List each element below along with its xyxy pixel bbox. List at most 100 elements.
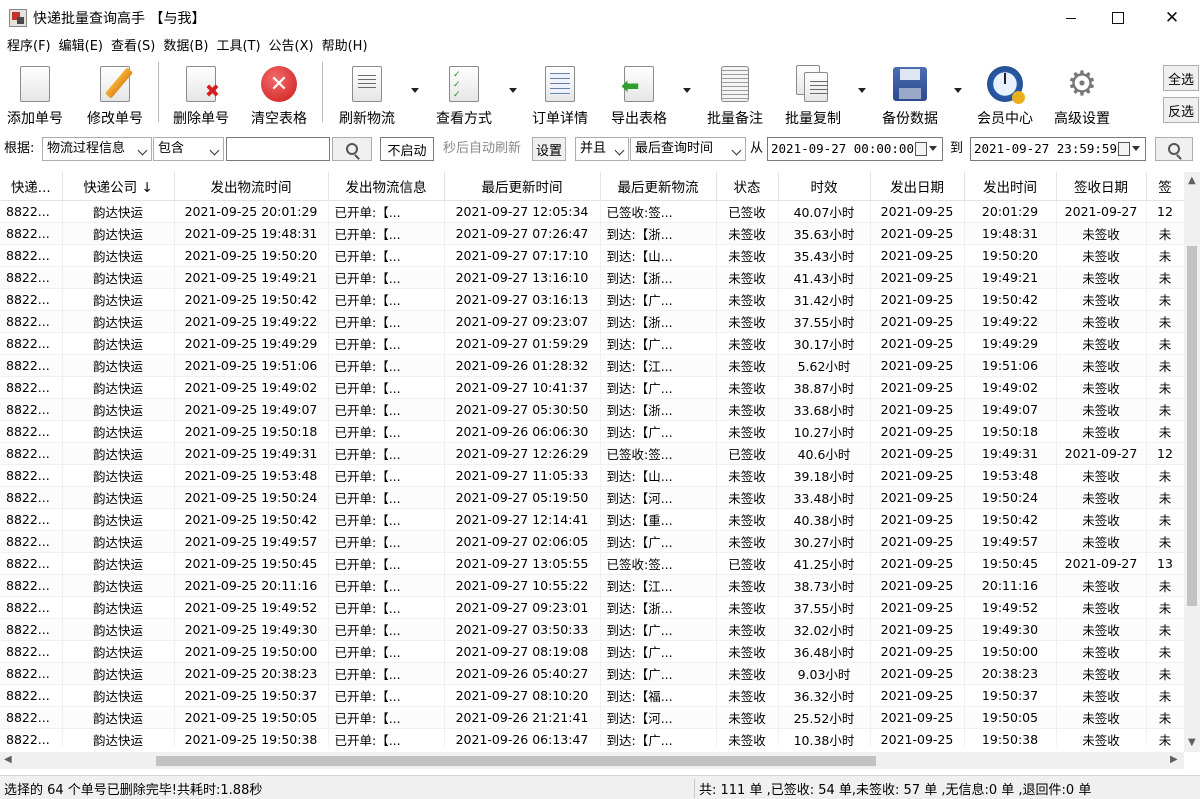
copy-dropdown-arrow[interactable]: [858, 88, 866, 93]
table-row[interactable]: 8822... 韵达快运 2021-09-25 19:49:52 已开单:【... 20…: [0, 596, 1184, 619]
table-row[interactable]: 8822... 韵达快运 2021-09-25 19:50:00 已开单:【... 20…: [0, 640, 1184, 663]
cell-update-info: 到达:【浙...: [600, 222, 717, 245]
scroll-right-icon[interactable]: ▶: [1170, 754, 1178, 765]
menu-data[interactable]: 数据(B): [159, 36, 212, 58]
view-mode-dropdown-arrow[interactable]: [509, 88, 517, 93]
table-row[interactable]: 8822... 韵达快运 2021-09-25 19:50:18 已开单:【... 20…: [0, 420, 1184, 443]
column-header-ship-clock[interactable]: 发出时间: [964, 172, 1057, 201]
backup-dropdown-arrow[interactable]: [954, 88, 962, 93]
column-header-sign-date[interactable]: 签收日期: [1056, 172, 1147, 201]
table-row[interactable]: 8822... 韵达快运 2021-09-25 19:49:21 已开单:【... 20…: [0, 266, 1184, 289]
column-header-ship-date[interactable]: 发出日期: [870, 172, 965, 201]
table-row[interactable]: 8822... 韵达快运 2021-09-25 19:49:30 已开单:【... 20…: [0, 618, 1184, 641]
batch-copy-button[interactable]: 批量复制: [782, 58, 844, 128]
cell-duration: 30.17小时: [778, 332, 871, 355]
to-datetime-picker[interactable]: 2021-09-27 23:59:59: [970, 137, 1146, 161]
results-grid[interactable]: 快递... 快递公司 ↓ 发出物流时间 发出物流信息 最后更新时间 最后更新物流…: [0, 172, 1184, 746]
table-row[interactable]: 8822... 韵达快运 2021-09-25 19:50:42 已开单:【... 20…: [0, 508, 1184, 531]
refresh-logistics-button[interactable]: 刷新物流: [336, 58, 398, 128]
date-search-button[interactable]: [1155, 137, 1193, 161]
horizontal-scroll-thumb[interactable]: [156, 756, 876, 766]
table-row[interactable]: 8822... 韵达快运 2021-09-25 20:01:29 已开单:【... 20…: [0, 200, 1184, 223]
edit-number-button[interactable]: 修改单号: [84, 58, 146, 128]
cell-ship-time: 2021-09-25 19:51:06: [174, 354, 329, 377]
close-button[interactable]: ✕: [1145, 0, 1199, 36]
table-row[interactable]: 8822... 韵达快运 2021-09-25 19:49:22 已开单:【... 20…: [0, 310, 1184, 333]
scroll-left-icon[interactable]: ◀: [4, 754, 12, 765]
column-header-duration[interactable]: 时效: [778, 172, 871, 201]
advanced-settings-button[interactable]: ⚙ 高级设置: [1051, 58, 1113, 128]
refresh-dropdown-arrow[interactable]: [411, 88, 419, 93]
clear-table-button[interactable]: ✕ 清空表格: [248, 58, 310, 128]
cell-ship-info: 已开单:【...: [328, 354, 445, 377]
table-row[interactable]: 8822... 韵达快运 2021-09-25 19:49:29 已开单:【... 20…: [0, 332, 1184, 355]
scroll-down-icon[interactable]: ▼: [1188, 737, 1196, 748]
scroll-up-icon[interactable]: ▲: [1188, 175, 1196, 186]
table-row[interactable]: 8822... 韵达快运 2021-09-25 20:38:23 已开单:【... 20…: [0, 662, 1184, 685]
cell-sign-time: 未: [1146, 464, 1184, 487]
cell-status: 未签收: [716, 398, 779, 421]
export-dropdown-arrow[interactable]: [683, 88, 691, 93]
table-row[interactable]: 8822... 韵达快运 2021-09-25 19:50:45 已开单:【... 20…: [0, 552, 1184, 575]
menu-program[interactable]: 程序(F): [3, 36, 55, 58]
calendar-icon[interactable]: [915, 142, 939, 156]
table-row[interactable]: 8822... 韵达快运 2021-09-25 19:49:07 已开单:【... 20…: [0, 398, 1184, 421]
menu-edit[interactable]: 编辑(E): [55, 36, 107, 58]
table-row[interactable]: 8822... 韵达快运 2021-09-25 19:50:05 已开单:【... 20…: [0, 706, 1184, 729]
table-row[interactable]: 8822... 韵达快运 2021-09-25 20:11:16 已开单:【... 20…: [0, 574, 1184, 597]
cell-ship-clock: 19:50:37: [964, 684, 1057, 707]
table-row[interactable]: 8822... 韵达快运 2021-09-25 19:50:37 已开单:【... 20…: [0, 684, 1184, 707]
backup-data-button[interactable]: 备份数据: [879, 58, 941, 128]
order-detail-button[interactable]: 订单详情: [529, 58, 591, 128]
column-header-update-info[interactable]: 最后更新物流: [600, 172, 717, 201]
export-table-button[interactable]: ⬅ 导出表格: [608, 58, 670, 128]
maximize-button[interactable]: [1091, 0, 1145, 36]
delete-number-button[interactable]: ✖ 删除单号: [170, 58, 232, 128]
table-row[interactable]: 8822... 韵达快运 2021-09-25 19:50:24 已开单:【... 20…: [0, 486, 1184, 509]
auto-refresh-toggle[interactable]: 不启动: [380, 137, 434, 161]
filter-operator-select[interactable]: 包含: [153, 137, 224, 161]
cell-ship-clock: 19:49:52: [964, 596, 1057, 619]
table-row[interactable]: 8822... 韵达快运 2021-09-25 19:48:31 已开单:【... 20…: [0, 222, 1184, 245]
menu-tools[interactable]: 工具(T): [212, 36, 264, 58]
search-button[interactable]: [332, 137, 372, 161]
table-row[interactable]: 8822... 韵达快运 2021-09-25 19:53:48 已开单:【... 20…: [0, 464, 1184, 487]
column-header-ship-time[interactable]: 发出物流时间: [174, 172, 329, 201]
batch-note-button[interactable]: 批量备注: [704, 58, 766, 128]
table-row[interactable]: 8822... 韵达快运 2021-09-25 19:50:20 已开单:【... 20…: [0, 244, 1184, 267]
column-header-update-time[interactable]: 最后更新时间: [444, 172, 601, 201]
table-row[interactable]: 8822... 韵达快运 2021-09-25 19:49:02 已开单:【... 20…: [0, 376, 1184, 399]
vertical-scroll-thumb[interactable]: [1187, 246, 1197, 606]
time-field-select[interactable]: 最后查询时间: [630, 137, 746, 161]
select-all-button[interactable]: 全选: [1163, 65, 1199, 91]
column-header-sign-time[interactable]: 签: [1146, 172, 1184, 201]
table-row[interactable]: 8822... 韵达快运 2021-09-25 19:51:06 已开单:【... 20…: [0, 354, 1184, 377]
table-row[interactable]: 8822... 韵达快运 2021-09-25 19:49:31 已开单:【... 20…: [0, 442, 1184, 465]
column-header-company[interactable]: 快递公司 ↓: [62, 172, 175, 201]
menu-notice[interactable]: 公告(X): [265, 36, 318, 58]
from-datetime-picker[interactable]: 2021-09-27 00:00:00: [767, 137, 943, 161]
cell-ship-date: 2021-09-25: [870, 508, 965, 531]
vertical-scrollbar[interactable]: ▲ ▼: [1184, 172, 1200, 752]
auto-refresh-settings-button[interactable]: 设置: [532, 137, 566, 161]
table-row[interactable]: 8822... 韵达快运 2021-09-25 19:50:42 已开单:【... 20…: [0, 288, 1184, 311]
column-header-number[interactable]: 快递...: [0, 172, 63, 201]
menu-help[interactable]: 帮助(H): [318, 36, 372, 58]
column-header-ship-info[interactable]: 发出物流信息: [328, 172, 445, 201]
view-mode-button[interactable]: 查看方式: [433, 58, 495, 128]
cell-company: 韵达快运: [62, 486, 175, 509]
member-center-button[interactable]: 会员中心: [974, 58, 1036, 128]
filter-field-select[interactable]: 物流过程信息: [42, 137, 152, 161]
horizontal-scrollbar[interactable]: ◀ ▶: [0, 752, 1184, 769]
invert-selection-button[interactable]: 反选: [1163, 97, 1199, 123]
column-header-status[interactable]: 状态: [716, 172, 779, 201]
table-row[interactable]: 8822... 韵达快运 2021-09-25 19:50:38 已开单:【... 20…: [0, 728, 1184, 746]
filter-keyword-input[interactable]: [226, 137, 330, 161]
minimize-button[interactable]: [1044, 0, 1098, 36]
add-number-button[interactable]: 添加单号: [4, 58, 66, 128]
cell-sign-time: 未: [1146, 354, 1184, 377]
menu-view[interactable]: 查看(S): [107, 36, 159, 58]
table-row[interactable]: 8822... 韵达快运 2021-09-25 19:49:57 已开单:【... 20…: [0, 530, 1184, 553]
calendar-icon[interactable]: [1118, 142, 1142, 156]
logic-select[interactable]: 并且: [575, 137, 629, 161]
